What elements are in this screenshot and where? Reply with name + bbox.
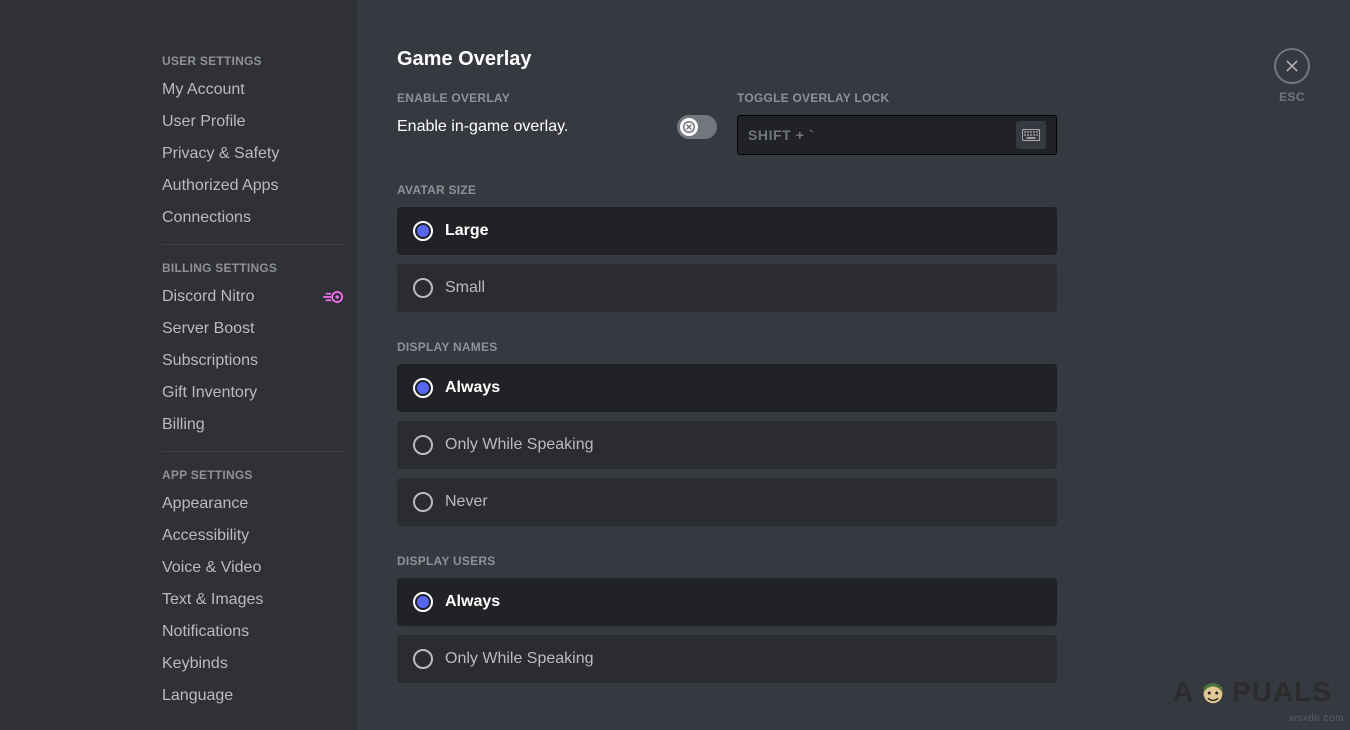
sidebar-item-text-images[interactable]: Text & Images bbox=[160, 584, 347, 616]
sidebar-item-label: My Account bbox=[162, 81, 245, 99]
sidebar-item-appearance[interactable]: Appearance bbox=[160, 488, 347, 520]
enable-overlay-toggle[interactable] bbox=[677, 115, 717, 139]
radio-option[interactable]: Always bbox=[397, 578, 1057, 626]
radio-icon bbox=[413, 592, 433, 612]
radio-icon bbox=[413, 492, 433, 512]
sidebar-item-label: Text & Images bbox=[162, 591, 263, 609]
group-header: DISPLAY NAMES bbox=[397, 340, 1057, 354]
radio-option[interactable]: Large bbox=[397, 207, 1057, 255]
sidebar-header: BILLING SETTINGS bbox=[160, 255, 347, 281]
sidebar-item-label: Notifications bbox=[162, 623, 249, 641]
sidebar-item-authorized-apps[interactable]: Authorized Apps bbox=[160, 170, 347, 202]
sidebar-item-discord-nitro[interactable]: Discord Nitro bbox=[160, 281, 347, 313]
group-header: DISPLAY USERS bbox=[397, 554, 1057, 568]
brand-face-icon bbox=[1198, 677, 1228, 707]
sidebar-item-my-account[interactable]: My Account bbox=[160, 74, 347, 106]
enable-overlay-header: ENABLE OVERLAY bbox=[397, 91, 717, 105]
radio-option[interactable]: Only While Speaking bbox=[397, 635, 1057, 683]
radio-label: Only While Speaking bbox=[445, 436, 594, 454]
radio-label: Only While Speaking bbox=[445, 650, 594, 668]
radio-label: Always bbox=[445, 379, 500, 397]
radio-label: Large bbox=[445, 222, 489, 240]
radio-icon bbox=[413, 221, 433, 241]
sidebar-divider bbox=[162, 451, 345, 452]
brand-text-post: PUALS bbox=[1232, 676, 1332, 708]
sidebar-item-billing[interactable]: Billing bbox=[160, 409, 347, 441]
page-title: Game Overlay bbox=[397, 48, 1310, 71]
sidebar-item-label: Billing bbox=[162, 416, 205, 434]
sidebar-item-notifications[interactable]: Notifications bbox=[160, 616, 347, 648]
sidebar: USER SETTINGS My Account User Profile Priva… bbox=[132, 0, 357, 730]
sidebar-item-connections[interactable]: Connections bbox=[160, 202, 347, 234]
sidebar-item-label: Keybinds bbox=[162, 655, 228, 673]
group-display-names: DISPLAY NAMES Always Only While Speaking Ne… bbox=[397, 340, 1057, 526]
sidebar-item-label: Subscriptions bbox=[162, 352, 258, 370]
sidebar-item-label: Accessibility bbox=[162, 527, 249, 545]
sidebar-item-label: Authorized Apps bbox=[162, 177, 279, 195]
sidebar-item-subscriptions[interactable]: Subscriptions bbox=[160, 345, 347, 377]
sidebar-item-label: Language bbox=[162, 687, 233, 705]
sidebar-item-voice-video[interactable]: Voice & Video bbox=[160, 552, 347, 584]
watermark: wsxdn.com bbox=[1289, 713, 1344, 724]
sidebar-item-label: Gift Inventory bbox=[162, 384, 257, 402]
brand-text-pre: A bbox=[1173, 676, 1194, 708]
sidebar-item-keybinds[interactable]: Keybinds bbox=[160, 648, 347, 680]
sidebar-header: APP SETTINGS bbox=[160, 462, 347, 488]
sidebar-item-user-profile[interactable]: User Profile bbox=[160, 106, 347, 138]
sidebar-item-label: Connections bbox=[162, 209, 251, 227]
sidebar-item-label: User Profile bbox=[162, 113, 246, 131]
main-content: Game Overlay ENABLE OVERLAY Enable in-ga… bbox=[357, 0, 1350, 730]
sidebar-item-privacy-safety[interactable]: Privacy & Safety bbox=[160, 138, 347, 170]
toggle-knob bbox=[680, 118, 698, 136]
overlay-lock-keybind[interactable]: SHIFT + ` bbox=[737, 115, 1057, 155]
radio-label: Small bbox=[445, 279, 485, 297]
group-display-users: DISPLAY USERS Always Only While Speaking bbox=[397, 554, 1057, 683]
sidebar-header: USER SETTINGS bbox=[160, 48, 347, 74]
sidebar-item-label: Privacy & Safety bbox=[162, 145, 279, 163]
appuals-brand: A PUALS bbox=[1173, 676, 1332, 708]
toggle-lock-header: TOGGLE OVERLAY LOCK bbox=[737, 91, 1057, 105]
sidebar-item-language[interactable]: Language bbox=[160, 680, 347, 712]
group-avatar-size: AVATAR SIZE Large Small bbox=[397, 183, 1057, 312]
radio-label: Always bbox=[445, 593, 500, 611]
sidebar-divider bbox=[162, 244, 345, 245]
close-icon bbox=[1284, 58, 1300, 74]
sidebar-item-label: Discord Nitro bbox=[162, 288, 254, 306]
keybind-value: SHIFT + ` bbox=[748, 127, 814, 143]
sidebar-item-server-boost[interactable]: Server Boost bbox=[160, 313, 347, 345]
radio-option[interactable]: Never bbox=[397, 478, 1057, 526]
radio-icon bbox=[413, 278, 433, 298]
gutter-left bbox=[0, 0, 132, 730]
group-header: AVATAR SIZE bbox=[397, 183, 1057, 197]
enable-overlay-text: Enable in-game overlay. bbox=[397, 118, 568, 136]
close-button[interactable] bbox=[1274, 48, 1310, 84]
radio-icon bbox=[413, 435, 433, 455]
radio-option[interactable]: Only While Speaking bbox=[397, 421, 1057, 469]
close-label: ESC bbox=[1279, 90, 1305, 104]
radio-icon bbox=[413, 649, 433, 669]
radio-option[interactable]: Always bbox=[397, 364, 1057, 412]
radio-option[interactable]: Small bbox=[397, 264, 1057, 312]
radio-label: Never bbox=[445, 493, 488, 511]
keyboard-icon bbox=[1016, 121, 1046, 149]
sidebar-item-label: Server Boost bbox=[162, 320, 254, 338]
sidebar-item-label: Appearance bbox=[162, 495, 248, 513]
nitro-icon bbox=[323, 290, 343, 304]
sidebar-item-label: Voice & Video bbox=[162, 559, 261, 577]
radio-icon bbox=[413, 378, 433, 398]
sidebar-item-accessibility[interactable]: Accessibility bbox=[160, 520, 347, 552]
sidebar-item-gift-inventory[interactable]: Gift Inventory bbox=[160, 377, 347, 409]
